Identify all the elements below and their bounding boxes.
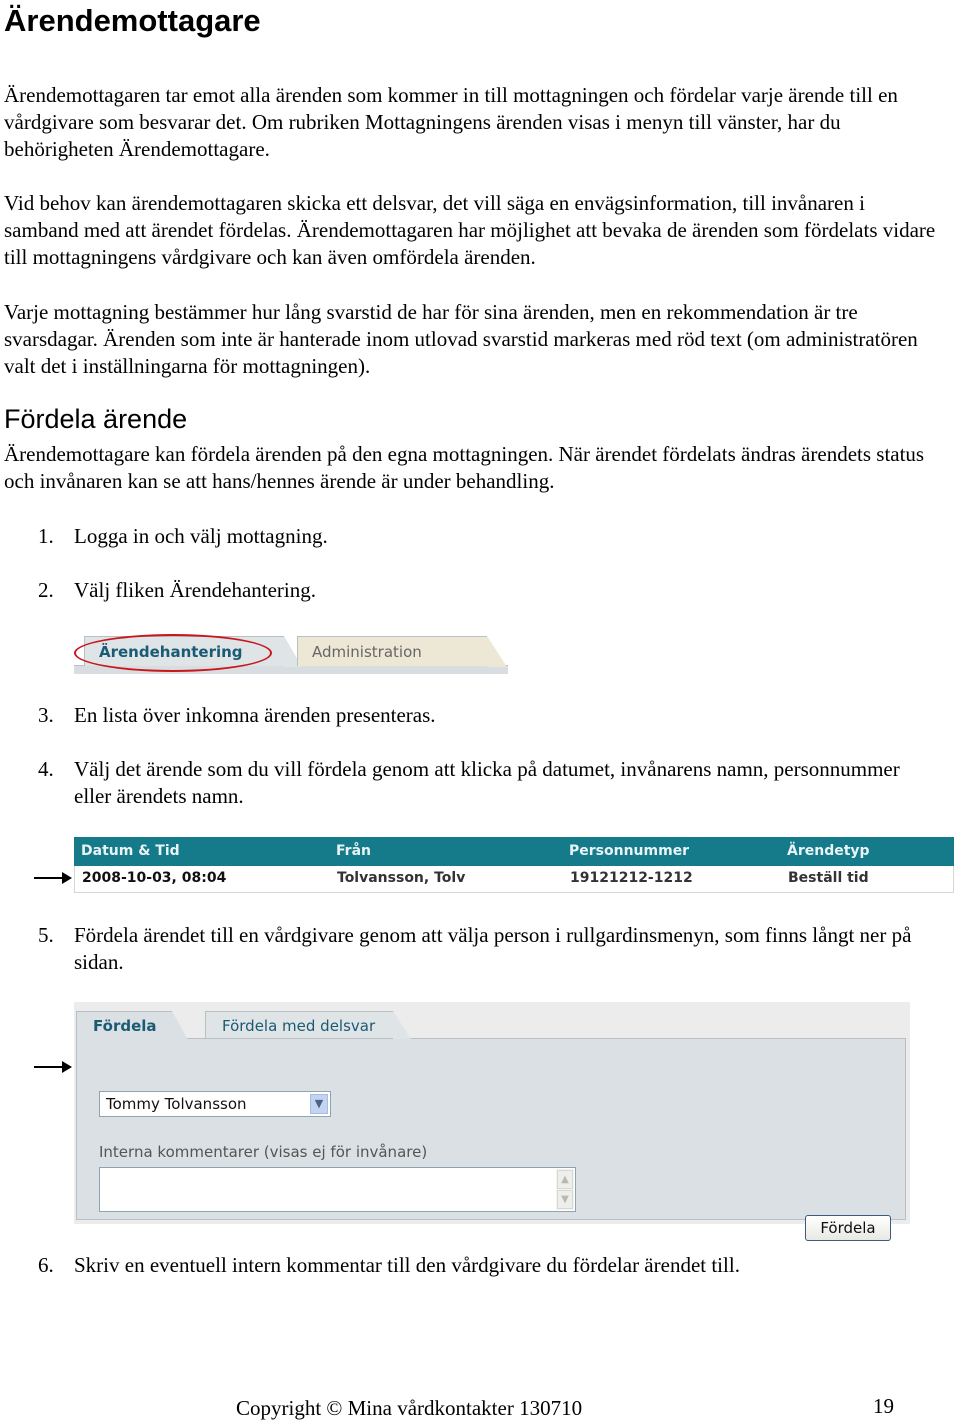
step-text: Fördela ärendet till en vårdgivare genom…	[74, 923, 912, 974]
step-text: Logga in och välj mottagning.	[74, 524, 328, 548]
step-text: Skriv en eventuell intern kommentar till…	[74, 1253, 740, 1277]
table-header: Datum & Tid Från Personnummer Ärendetyp	[74, 837, 954, 866]
step-number: 2.	[38, 578, 54, 602]
distribute-form-screenshot: Fördela Fördela med delsvar Tommy Tolvan…	[74, 1002, 910, 1241]
step-number: 4.	[38, 757, 54, 781]
footer-copyright: Copyright © Mina vårdkontakter 130710	[236, 1396, 583, 1420]
comment-scrollbar[interactable]: ▲ ▼	[556, 1169, 574, 1210]
caregiver-select[interactable]: Tommy Tolvansson ▼	[99, 1091, 331, 1117]
step-number: 1.	[38, 524, 54, 548]
page-title: Ärendemottagare	[4, 3, 261, 38]
section-heading: Fördela ärende	[4, 404, 188, 434]
highlight-ellipse	[74, 634, 272, 672]
arrow-right-icon	[34, 1061, 72, 1073]
caregiver-select-value: Tommy Tolvansson	[106, 1095, 247, 1113]
delsvar-paragraph: Vid behov kan ärendemottagaren skicka et…	[4, 191, 936, 269]
tabs-screenshot: Ärendehantering Administration	[74, 632, 508, 674]
step-number: 3.	[38, 703, 54, 727]
cell-datum[interactable]: 2008-10-03, 08:04	[82, 870, 226, 886]
table-row[interactable]: 2008-10-03, 08:04 Tolvansson, Tolv 19121…	[74, 866, 954, 893]
chevron-up-icon[interactable]: ▲	[557, 1170, 573, 1189]
svarstid-paragraph: Varje mottagning bestämmer hur lång svar…	[4, 300, 918, 378]
step-text: Välj det ärende som du vill fördela geno…	[74, 757, 900, 808]
cell-personnummer[interactable]: 19121212-1212	[570, 870, 693, 886]
tab-fordela-med-delsvar[interactable]: Fördela med delsvar	[205, 1011, 411, 1039]
fordela-button[interactable]: Fördela	[805, 1215, 891, 1241]
column-header-arendetyp[interactable]: Ärendetyp	[787, 843, 870, 859]
intro-paragraph: Ärendemottagaren tar emot alla ärenden s…	[4, 83, 898, 161]
chevron-down-icon[interactable]: ▼	[557, 1190, 573, 1209]
cell-arendetyp[interactable]: Beställ tid	[788, 870, 869, 886]
chevron-down-icon[interactable]: ▼	[310, 1094, 328, 1114]
step-number: 5.	[38, 923, 54, 947]
arrow-right-icon	[34, 872, 72, 884]
section-intro: Ärendemottagare kan fördela ärenden på d…	[4, 442, 925, 493]
tab-fordela[interactable]: Fördela	[76, 1011, 188, 1040]
step-text: Välj fliken Ärendehantering.	[74, 578, 316, 602]
cell-fran[interactable]: Tolvansson, Tolv	[337, 870, 465, 886]
step-number: 6.	[38, 1253, 54, 1277]
step-text: En lista över inkomna ärenden presentera…	[74, 703, 436, 727]
comment-textarea[interactable]: ▲ ▼	[99, 1167, 576, 1212]
column-header-datum[interactable]: Datum & Tid	[81, 843, 180, 859]
comment-label: Interna kommentarer (visas ej för invåna…	[99, 1143, 428, 1161]
tab-administration[interactable]: Administration	[297, 636, 507, 667]
page-number: 19	[873, 1394, 894, 1418]
column-header-fran[interactable]: Från	[336, 843, 371, 859]
form-panel: Tommy Tolvansson ▼ Interna kommentarer (…	[76, 1038, 906, 1241]
column-header-personnummer[interactable]: Personnummer	[569, 843, 689, 859]
cases-table: Datum & Tid Från Personnummer Ärendetyp …	[74, 837, 954, 893]
